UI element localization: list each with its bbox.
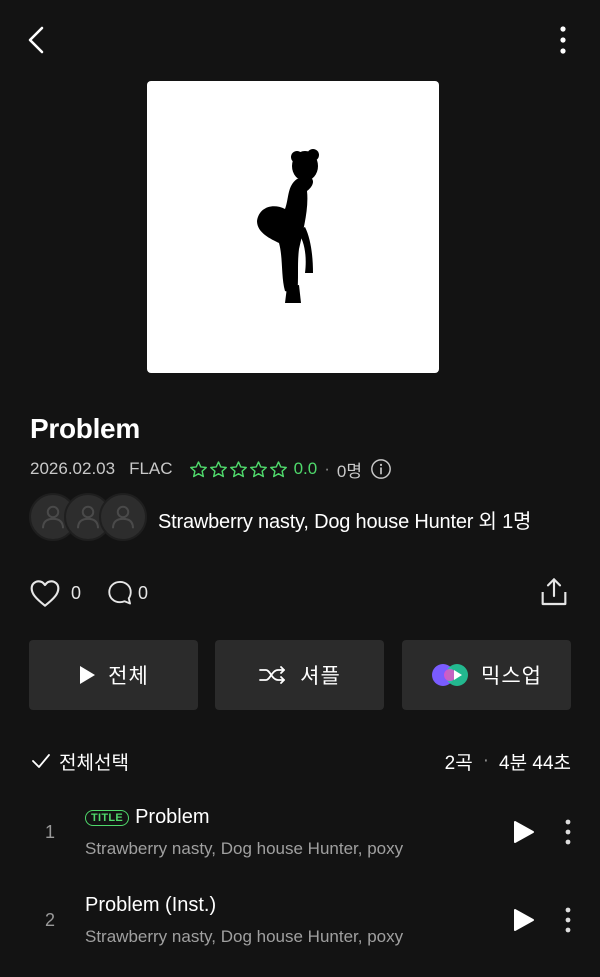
track-title-row: TITLE Problem (85, 806, 210, 829)
track-artists: Strawberry nasty, Dog house Hunter, poxy (85, 839, 404, 858)
track-title: Problem (Inst.) (85, 894, 217, 916)
play-all-button[interactable]: 전체 (29, 640, 198, 710)
star-outline-icon (189, 460, 207, 477)
track-more-button[interactable] (556, 906, 580, 934)
track-play-button[interactable] (510, 907, 536, 933)
track-row[interactable]: 2 Problem (Inst.) Strawberry nasty, Dog … (0, 888, 600, 968)
more-vertical-icon (565, 907, 571, 933)
more-options-button[interactable] (548, 22, 578, 58)
shuffle-icon (259, 666, 286, 684)
title-track-badge: TITLE (85, 809, 130, 826)
back-button[interactable] (22, 22, 52, 58)
track-row[interactable]: 1 TITLE Problem Strawberry nasty, Dog ho… (0, 800, 600, 880)
track-number: 1 (44, 822, 55, 842)
rating-info-button[interactable] (370, 458, 392, 480)
separator-dot: · (482, 750, 490, 771)
more-vertical-icon (560, 26, 566, 54)
more-vertical-icon (565, 819, 571, 845)
shuffle-button[interactable]: 셔플 (215, 640, 384, 710)
star-outline-icon (229, 460, 247, 477)
artist-avatars[interactable] (29, 493, 149, 541)
track-artists: Strawberry nasty, Dog house Hunter, poxy (85, 927, 404, 946)
play-icon (80, 666, 96, 684)
album-title: Problem (30, 413, 140, 444)
track-more-button[interactable] (556, 818, 580, 846)
star-outline-icon (249, 460, 267, 477)
share-button[interactable] (538, 576, 570, 608)
mixup-logo-icon (432, 664, 469, 686)
rating-count: 0명 (336, 461, 362, 481)
select-all-button[interactable]: 전체선택 (31, 748, 129, 774)
star-outline-icon (269, 460, 287, 477)
mixup-label: 믹스업 (481, 665, 542, 688)
star-outline-icon (209, 460, 227, 477)
album-cover (147, 81, 439, 373)
total-duration: 4분 44초 (499, 752, 571, 774)
like-count: 0 (71, 582, 82, 603)
info-icon (371, 459, 391, 479)
shuffle-label: 셔플 (300, 665, 341, 688)
release-date: 2026.02.03 (30, 459, 116, 478)
play-icon (514, 821, 534, 843)
person-icon (112, 505, 134, 529)
track-count: 2곡 (444, 752, 473, 774)
track-number: 2 (44, 910, 55, 930)
rating-value: 0.0 (293, 459, 318, 478)
avatar (99, 493, 147, 541)
comment-button[interactable]: 0 (106, 579, 148, 607)
play-all-label: 전체 (108, 665, 149, 688)
album-meta: 2026.02.03 FLAC 0.0 · 0명 (30, 456, 392, 482)
checkmark-icon (32, 754, 50, 768)
play-icon (514, 909, 534, 931)
rating-stars[interactable] (189, 460, 288, 479)
album-art-figure (257, 149, 319, 303)
audio-format: FLAC (129, 459, 173, 478)
chevron-left-icon (28, 26, 44, 54)
separator-dot: · (324, 459, 330, 478)
track-title-row: Problem (Inst.) (85, 894, 216, 917)
artist-names-link[interactable]: Strawberry nasty, Dog house Hunter 외 1명 (158, 505, 531, 534)
heart-icon (30, 580, 60, 607)
social-row: 0 0 (29, 576, 148, 610)
select-all-label: 전체선택 (59, 752, 129, 774)
share-icon (541, 578, 567, 606)
comment-icon (108, 580, 132, 605)
track-title: Problem (135, 806, 210, 828)
mixup-button[interactable]: 믹스업 (402, 640, 571, 710)
like-button[interactable]: 0 (29, 578, 81, 608)
comment-count: 0 (138, 582, 149, 603)
tracklist-summary: 2곡 · 4분 44초 (445, 748, 571, 774)
track-play-button[interactable] (510, 819, 536, 845)
